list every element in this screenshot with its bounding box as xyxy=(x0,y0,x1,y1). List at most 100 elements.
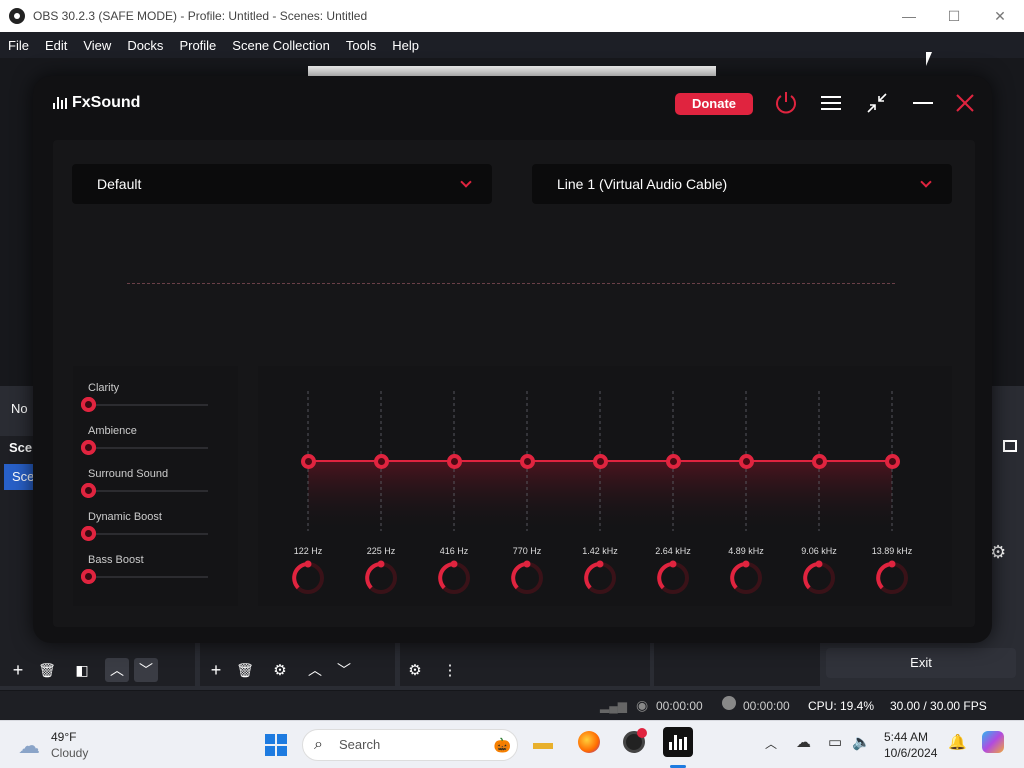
source-properties-gear-icon[interactable]: ⚙ xyxy=(268,658,292,682)
eq-band-handle[interactable] xyxy=(593,454,608,469)
settings-gear-icon[interactable]: ⚙ xyxy=(990,542,1006,563)
minimize-icon[interactable]: — xyxy=(886,0,932,32)
remove-source-icon[interactable]: 🗑 xyxy=(233,658,257,682)
eq-band-handle[interactable] xyxy=(666,454,681,469)
eq-band-dial[interactable] xyxy=(365,560,397,594)
remove-scene-icon[interactable]: 🗑 xyxy=(35,658,59,682)
effect-slider-track[interactable] xyxy=(88,533,208,535)
preview-thumbnail xyxy=(308,66,716,76)
menu-scene-collection[interactable]: Scene Collection xyxy=(224,38,338,53)
move-source-down-icon[interactable]: ﹀ xyxy=(332,658,356,682)
undock-icon[interactable] xyxy=(1003,440,1017,452)
eq-band-handle[interactable] xyxy=(520,454,535,469)
menu-profile[interactable]: Profile xyxy=(171,38,224,53)
menu-view[interactable]: View xyxy=(75,38,119,53)
firefox-icon[interactable] xyxy=(578,731,600,753)
effect-slider-handle[interactable] xyxy=(81,440,96,455)
obs-logo-icon xyxy=(9,8,25,24)
eq-frequency-label: 416 Hz xyxy=(439,546,469,556)
eq-band-dial[interactable] xyxy=(292,560,324,594)
mouse-cursor-icon xyxy=(926,52,938,66)
add-source-icon[interactable]: + xyxy=(204,658,228,682)
obs-window-title: OBS 30.2.3 (SAFE MODE) - Profile: Untitl… xyxy=(33,9,368,23)
equalizer-graph xyxy=(292,391,908,594)
eq-frequency-label: 770 Hz xyxy=(512,546,542,556)
obs-title-bar: OBS 30.2.3 (SAFE MODE) - Profile: Untitl… xyxy=(0,0,1024,32)
onedrive-offline-icon[interactable]: ☁ xyxy=(796,733,811,751)
effect-label: Ambience xyxy=(88,425,137,437)
eq-band-dial[interactable] xyxy=(511,560,543,594)
record-icon xyxy=(722,696,736,710)
eq-band-handle[interactable] xyxy=(374,454,389,469)
eq-frequency-label: 1.42 kHz xyxy=(582,546,618,556)
effect-slider-handle[interactable] xyxy=(81,397,96,412)
effect-label: Surround Sound xyxy=(88,468,169,480)
copilot-icon[interactable] xyxy=(982,731,1004,753)
fps-readout: 30.00 / 30.00 FPS xyxy=(890,699,987,713)
move-scene-up-icon[interactable]: ︿ xyxy=(105,658,129,682)
scene-filters-icon[interactable]: ◧ xyxy=(70,658,94,682)
effect-slider-handle[interactable] xyxy=(81,569,96,584)
eq-frequency-label: 9.06 kHz xyxy=(801,546,837,556)
audio-mixer-settings-icon[interactable]: ⚙ xyxy=(403,658,427,682)
windows-taskbar: ☁ 49°F Cloudy ⌕ Search 🎃 ▬ ︿ ☁ ▭ 🔈 5:44 … xyxy=(0,720,1024,768)
fxsound-window: FxSound Donate Default Line 1 (Virtual A… xyxy=(33,76,992,643)
close-icon[interactable]: ✕ xyxy=(977,0,1023,32)
obs-status-bar: ▂▄▆ ◉ 00:00:00 00:00:00 CPU: 19.4% 30.00… xyxy=(0,690,1024,720)
effect-slider-track[interactable] xyxy=(88,447,208,449)
eq-frequency-label: 225 Hz xyxy=(366,546,396,556)
eq-band-dial[interactable] xyxy=(876,560,908,594)
menu-edit[interactable]: Edit xyxy=(37,38,75,53)
scene-item[interactable]: Sce xyxy=(4,464,34,490)
effect-slider-handle[interactable] xyxy=(81,526,96,541)
eq-band-handle[interactable] xyxy=(812,454,827,469)
eq-band-dial[interactable] xyxy=(803,560,835,594)
eq-band-dial[interactable] xyxy=(438,560,470,594)
menu-tools[interactable]: Tools xyxy=(338,38,384,53)
menu-docks[interactable]: Docks xyxy=(119,38,171,53)
eq-band-dial[interactable] xyxy=(657,560,689,594)
effect-label: Bass Boost xyxy=(88,554,144,566)
eq-frequency-label: 2.64 kHz xyxy=(655,546,691,556)
display-icon[interactable]: ▭ xyxy=(828,733,842,751)
search-highlight-icon: 🎃 xyxy=(493,737,511,753)
volume-icon[interactable]: 🔈 xyxy=(852,733,871,751)
taskbar-search-box[interactable]: ⌕ Search 🎃 xyxy=(302,729,518,761)
record-time: 00:00:00 xyxy=(743,699,790,713)
windows-start-icon[interactable] xyxy=(265,734,287,756)
eq-band-handle[interactable] xyxy=(885,454,900,469)
eq-band-dial[interactable] xyxy=(730,560,762,594)
eq-band-dial[interactable] xyxy=(584,560,616,594)
eq-band-handle[interactable] xyxy=(447,454,462,469)
exit-button[interactable]: Exit xyxy=(826,648,1016,678)
eq-frequency-label: 4.89 kHz xyxy=(728,546,764,556)
move-source-up-icon[interactable]: ︿ xyxy=(303,658,327,682)
mixer-menu-icon[interactable]: ⋮ xyxy=(438,658,462,682)
stream-time: 00:00:00 xyxy=(656,699,703,713)
maximize-icon[interactable]: ☐ xyxy=(931,0,977,32)
menu-file[interactable]: File xyxy=(0,38,37,53)
show-hidden-icons-icon[interactable]: ︿ xyxy=(765,735,777,752)
clock-time[interactable]: 5:44 AM xyxy=(884,730,928,744)
effect-slider-track[interactable] xyxy=(88,490,208,492)
weather-temp[interactable]: 49°F xyxy=(51,730,76,744)
network-bars-icon: ▂▄▆ xyxy=(600,699,627,713)
file-explorer-icon[interactable]: ▬ xyxy=(533,732,553,755)
move-scene-down-icon[interactable]: ﹀ xyxy=(134,658,158,682)
fxsound-taskbar-icon[interactable] xyxy=(663,727,693,757)
effect-label: Clarity xyxy=(88,382,120,394)
notification-bell-icon[interactable]: 🔔 xyxy=(948,733,967,751)
eq-band-handle[interactable] xyxy=(739,454,754,469)
weather-cloud-icon[interactable]: ☁ xyxy=(18,733,40,759)
clock-date[interactable]: 10/6/2024 xyxy=(884,746,937,760)
effect-label: Dynamic Boost xyxy=(88,511,162,523)
eq-frequency-label: 122 Hz xyxy=(293,546,323,556)
eq-band-handle[interactable] xyxy=(301,454,316,469)
effect-slider-handle[interactable] xyxy=(81,483,96,498)
weather-desc[interactable]: Cloudy xyxy=(51,746,88,760)
effect-slider-track[interactable] xyxy=(88,576,208,578)
search-placeholder: Search xyxy=(339,737,381,752)
effect-slider-track[interactable] xyxy=(88,404,208,406)
menu-help[interactable]: Help xyxy=(384,38,427,53)
add-scene-icon[interactable]: + xyxy=(6,658,30,682)
